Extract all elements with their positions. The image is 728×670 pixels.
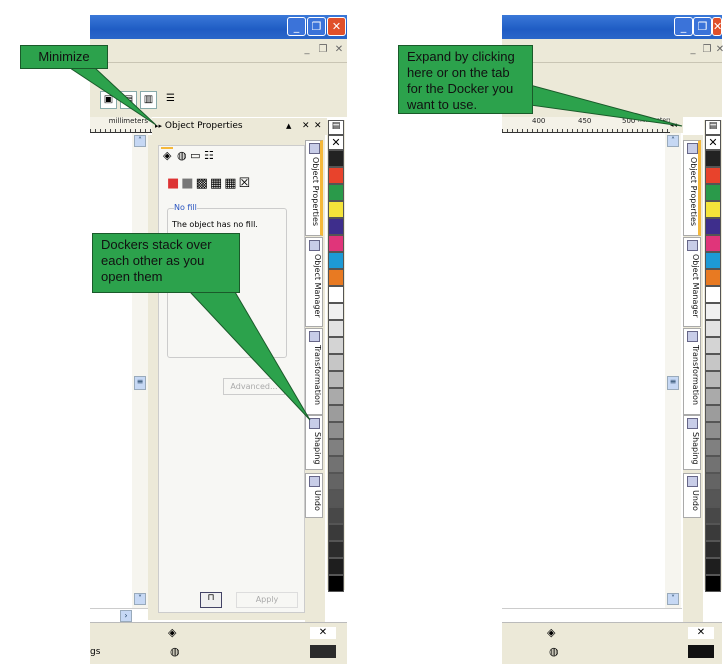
stack-pointer: [188, 291, 311, 421]
stack-callout: Dockers stack over each other as you ope…: [92, 233, 240, 293]
minimize-pointer: [68, 67, 157, 126]
callout-pointers: [68, 67, 683, 421]
minimize-callout: Minimize: [20, 45, 108, 69]
expand-callout: Expand by clicking here or on the tab fo…: [398, 45, 533, 114]
expand-pointer: [529, 84, 683, 127]
